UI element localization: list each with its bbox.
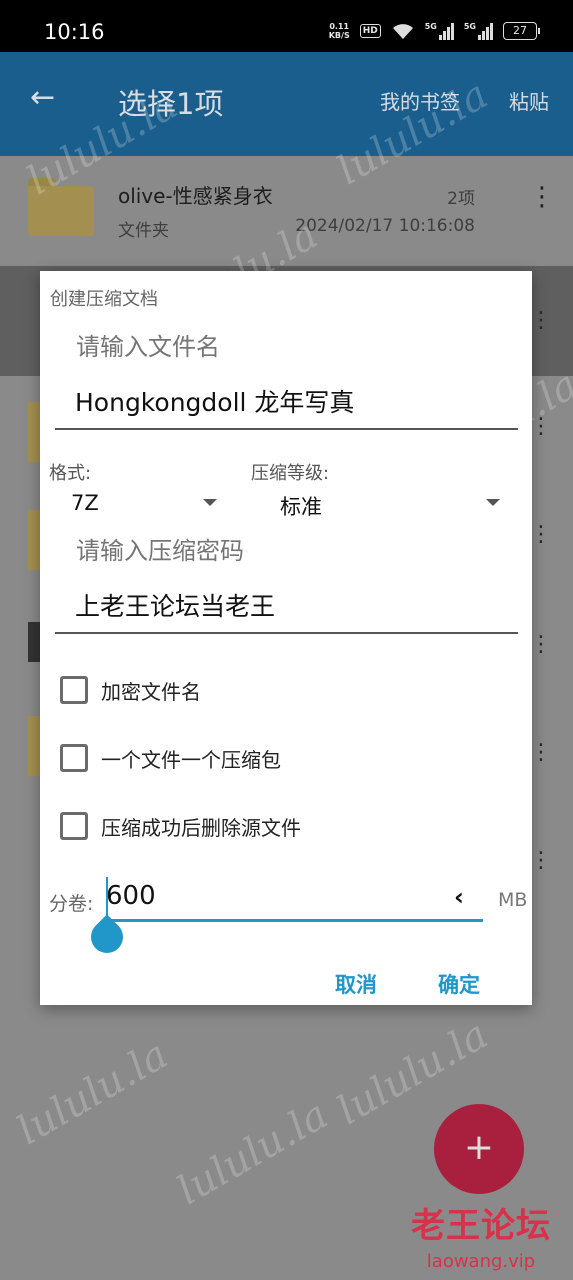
password-hint: 请输入压缩密码: [76, 537, 244, 565]
format-value: 7Z: [71, 491, 99, 515]
app-bar: ← 选择1项 我的书签 粘贴: [0, 52, 573, 156]
network-speed: 0.11 KB/S: [328, 22, 350, 40]
status-time: 10:16: [44, 20, 105, 44]
folder-icon: [28, 402, 40, 462]
chevron-left-icon[interactable]: ‹: [454, 883, 464, 911]
cancel-button[interactable]: 取消: [335, 969, 377, 999]
delete-source-option[interactable]: 压缩成功后删除源文件: [60, 809, 301, 843]
filename-hint: 请输入文件名: [76, 333, 220, 361]
site-logo: 老王论坛 laowang.vip: [411, 1206, 551, 1272]
item-count: 2项: [447, 189, 475, 209]
filename-underline: [55, 428, 518, 430]
file-name: olive-性感紧身衣: [118, 184, 273, 208]
volume-size-input[interactable]: 600: [106, 881, 156, 911]
bookmarks-button[interactable]: 我的书签: [380, 86, 460, 115]
folder-icon: [28, 510, 40, 570]
option-label: 一个文件一个压缩包: [101, 747, 281, 772]
volume-unit: MB: [498, 889, 528, 911]
modified-date: 2024/02/17 10:16:08: [295, 216, 475, 236]
dropdown-arrow-icon: [486, 499, 500, 506]
volume-underline: [106, 919, 483, 922]
text-cursor: [106, 877, 108, 917]
ok-button[interactable]: 确定: [438, 969, 480, 999]
option-label: 加密文件名: [101, 679, 201, 704]
more-vert-icon[interactable]: ⋮: [530, 524, 552, 546]
folder-icon: [28, 716, 40, 776]
battery-icon: 27: [503, 22, 540, 40]
checkbox[interactable]: [60, 812, 88, 840]
filename-input[interactable]: Hongkongdoll 龙年写真: [75, 383, 354, 419]
more-vert-icon[interactable]: ⋮: [529, 184, 555, 210]
level-value: 标准: [280, 495, 322, 519]
back-arrow-icon[interactable]: ←: [30, 80, 55, 115]
dialog-title: 创建压缩文档: [50, 289, 158, 310]
more-vert-icon[interactable]: ⋮: [530, 416, 552, 438]
checkbox[interactable]: [60, 676, 88, 704]
more-vert-icon[interactable]: ⋮: [530, 742, 552, 764]
paste-button[interactable]: 粘贴: [509, 86, 549, 115]
more-vert-icon[interactable]: ⋮: [530, 310, 552, 332]
signal-icon: 5G: [425, 22, 454, 40]
selection-title: 选择1项: [118, 87, 224, 121]
thumbnail: [28, 622, 40, 662]
volume-label: 分卷:: [49, 893, 94, 915]
password-input[interactable]: 上老王论坛当老王: [75, 587, 275, 623]
create-archive-dialog: 创建压缩文档 请输入文件名 Hongkongdoll 龙年写真 格式: 压缩等级…: [40, 271, 532, 1005]
compression-level-label: 压缩等级:: [251, 463, 330, 484]
wifi-icon: [392, 24, 413, 39]
file-type: 文件夹: [118, 221, 169, 241]
option-label: 压缩成功后删除源文件: [101, 815, 301, 840]
folder-icon: [28, 178, 94, 236]
one-archive-per-file-option[interactable]: 一个文件一个压缩包: [60, 741, 281, 775]
checkbox[interactable]: [60, 744, 88, 772]
format-label: 格式:: [49, 463, 92, 484]
signal-icon: 5G: [464, 22, 493, 40]
more-vert-icon[interactable]: ⋮: [530, 850, 552, 872]
plus-icon: +: [463, 1127, 495, 1168]
dropdown-arrow-icon: [203, 499, 217, 506]
password-underline: [55, 632, 518, 634]
hd-voice-icon: HD: [359, 24, 381, 38]
encrypt-filenames-option[interactable]: 加密文件名: [60, 673, 201, 707]
status-icons: 0.11 KB/S HD 5G 5G 27: [328, 22, 540, 40]
status-bar: 10:16 0.11 KB/S HD 5G 5G 27: [0, 0, 573, 52]
add-fab-button[interactable]: +: [434, 1104, 524, 1194]
list-item[interactable]: olive-性感紧身衣 文件夹 2项 2024/02/17 10:16:08 ⋮: [0, 156, 573, 266]
more-vert-icon[interactable]: ⋮: [530, 634, 552, 656]
